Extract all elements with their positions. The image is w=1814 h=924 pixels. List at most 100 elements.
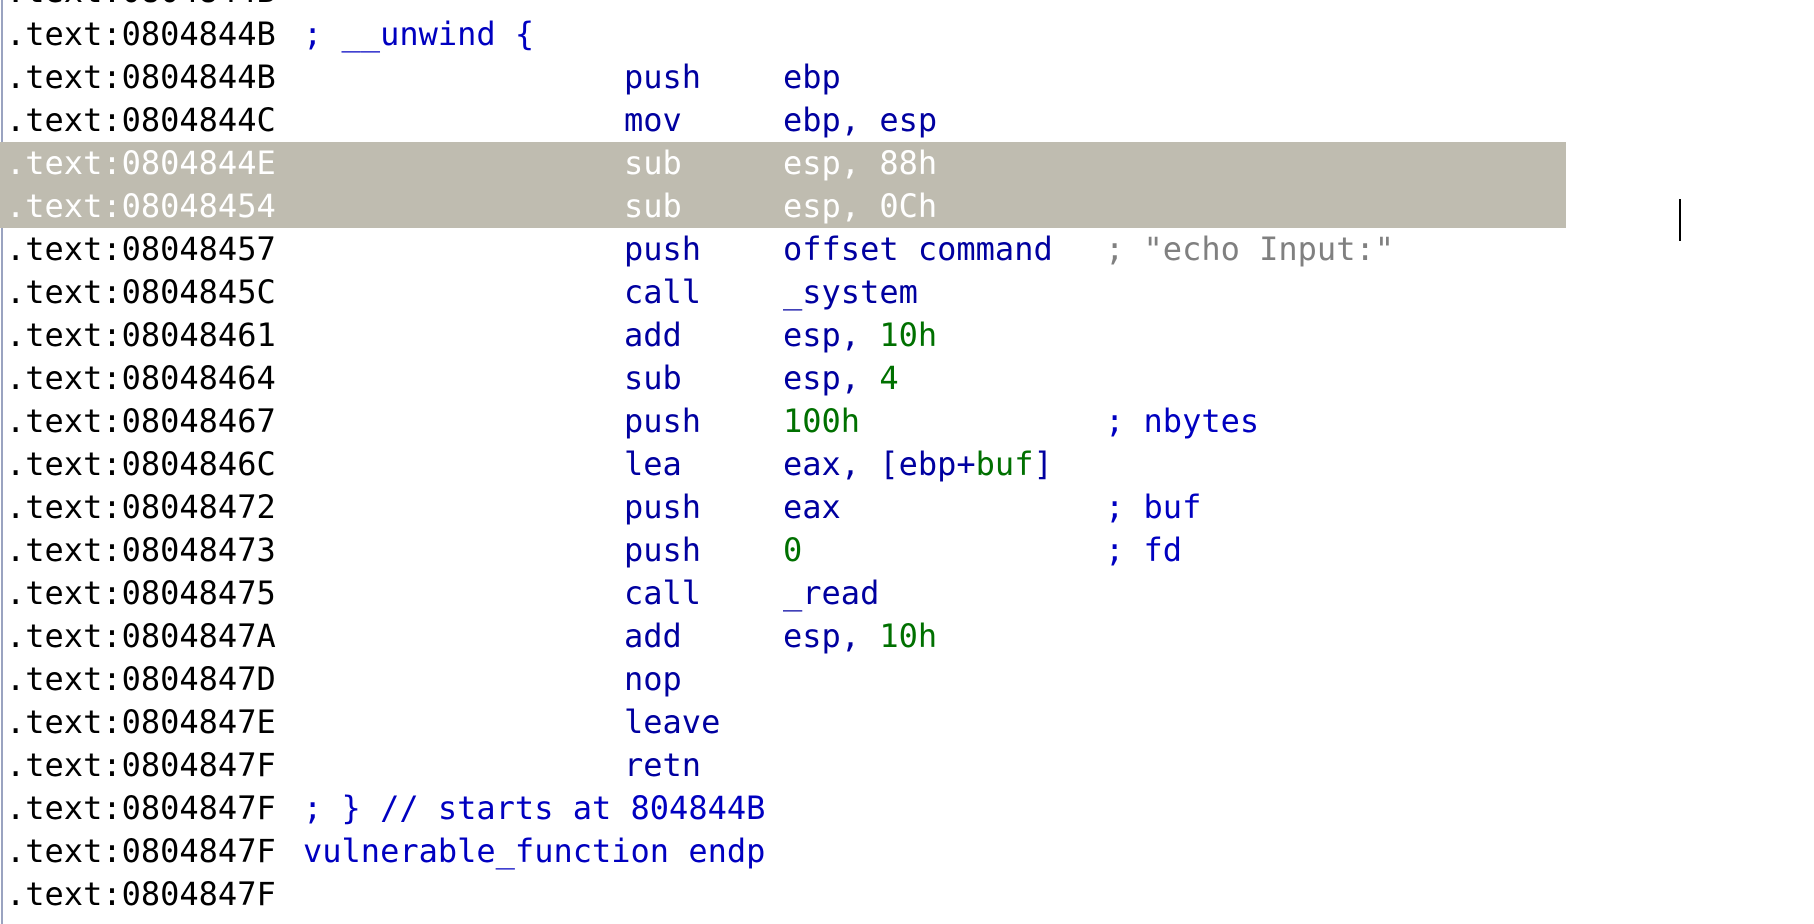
listing-line[interactable]: .text:08048464 sub esp, 4 [0, 357, 1814, 400]
listing-line[interactable]: .text:0804844B [0, 0, 1814, 13]
instruction-operands: _system [783, 271, 918, 314]
listing-line[interactable]: .text:0804847E leave [0, 701, 1814, 744]
line-address: .text:0804844B [6, 15, 276, 53]
line-address: .text:08048473 [6, 531, 276, 569]
line-address: .text:0804847E [6, 703, 276, 741]
listing-line[interactable]: .text:08048457 push offset command ; "echo … [0, 228, 1814, 271]
instruction-mnemonic: call [624, 273, 702, 311]
line-address: .text:08048454 [6, 187, 276, 225]
listing-line[interactable]: .text:0804847F vulnerable_function endp [0, 830, 1814, 873]
operand-number: 4 [879, 359, 899, 397]
instruction-mnemonic: sub [624, 144, 682, 182]
listing-line[interactable]: .text:0804844E sub esp, 88h [0, 142, 1566, 185]
line-address: .text:0804844B [6, 0, 276, 13]
operand-number: 0 [783, 531, 803, 569]
line-label: vulnerable_function endp [303, 832, 766, 870]
line-address: .text:0804847D [6, 660, 276, 698]
listing-line[interactable]: .text:0804845C call _system [0, 271, 1814, 314]
operand-text: esp, [783, 144, 880, 182]
listing-line[interactable]: .text:08048473 push 0 ; fd [0, 529, 1814, 572]
operand-text: offset command [783, 230, 1053, 268]
instruction-mnemonic: push [624, 488, 702, 526]
line-address: .text:0804845C [6, 273, 276, 311]
line-address: .text:0804846C [6, 445, 276, 483]
instruction-operands: esp, 10h [783, 314, 937, 357]
instruction-mnemonic: push [624, 531, 702, 569]
listing-line[interactable]: .text:08048467 push 100h ; nbytes [0, 400, 1814, 443]
instruction-mnemonic: push [624, 402, 702, 440]
instruction-mnemonic: push [624, 230, 702, 268]
line-address: .text:0804847F [6, 789, 276, 827]
instruction-operands: eax, [ebp+buf] [783, 443, 1053, 486]
line-comment: ; nbytes [1105, 402, 1260, 440]
instruction-operands: 0 [783, 529, 802, 572]
line-comment: ; "echo Input:" [1105, 230, 1394, 268]
operand-number: 88h [879, 144, 938, 182]
instruction-mnemonic: nop [624, 660, 682, 698]
instruction-operands: ebp [783, 56, 841, 99]
line-address: .text:0804844C [6, 101, 276, 139]
instruction-mnemonic: mov [624, 101, 682, 139]
instruction-mnemonic: leave [624, 703, 721, 741]
operand-number: buf [975, 445, 1034, 483]
disassembly-listing[interactable]: .text:0804844B .text:0804844B ; __unwind {… [0, 0, 1814, 916]
operand-text: esp, [783, 187, 880, 225]
operand-text: esp, [783, 316, 880, 354]
listing-line[interactable]: .text:0804847F [0, 873, 1814, 916]
line-comment: ; buf [1105, 488, 1202, 526]
instruction-operands: 100h [783, 400, 860, 443]
instruction-operands: offset command [783, 228, 1053, 271]
instruction-operands: esp, 10h [783, 615, 937, 658]
operand-text: eax, [ebp+ [783, 445, 976, 483]
instruction-operands: eax [783, 486, 841, 529]
operand-number: 10h [879, 617, 938, 655]
operand-number: 10h [879, 316, 938, 354]
operand-text: _system [783, 273, 918, 311]
operand-number: 0Ch [879, 187, 938, 225]
line-address: .text:0804847F [6, 832, 276, 870]
instruction-mnemonic: add [624, 316, 682, 354]
instruction-mnemonic: add [624, 617, 682, 655]
listing-line[interactable]: .text:0804844B ; __unwind { [0, 13, 1814, 56]
listing-line[interactable]: .text:0804847F ; } // starts at 804844B [0, 787, 1814, 830]
operand-text: _read [783, 574, 880, 612]
instruction-mnemonic: sub [624, 359, 682, 397]
instruction-operands: esp, 4 [783, 357, 899, 400]
instruction-mnemonic: call [624, 574, 702, 612]
listing-line[interactable]: .text:08048461 add esp, 10h [0, 314, 1814, 357]
line-address: .text:0804844B [6, 58, 276, 96]
instruction-operands: _read [783, 572, 879, 615]
operand-text: eax [783, 488, 841, 526]
line-address: .text:0804847F [6, 746, 276, 784]
line-address: .text:08048475 [6, 574, 276, 612]
operand-text: esp, [783, 617, 880, 655]
listing-line[interactable]: .text:08048454 sub esp, 0Ch [0, 185, 1566, 228]
listing-line[interactable]: .text:08048472 push eax ; buf [0, 486, 1814, 529]
listing-line[interactable]: .text:08048475 call _read [0, 572, 1814, 615]
line-comment: ; fd [1105, 531, 1183, 569]
listing-line[interactable]: .text:0804847D nop [0, 658, 1814, 701]
text-cursor [1679, 199, 1681, 241]
instruction-mnemonic: lea [624, 445, 682, 483]
line-address: .text:0804844E [6, 144, 276, 182]
operand-text: esp, [783, 359, 880, 397]
line-address: .text:08048472 [6, 488, 276, 526]
operand-text: ebp [783, 58, 841, 96]
line-address: .text:0804847F [6, 875, 276, 913]
instruction-mnemonic: sub [624, 187, 682, 225]
line-address: .text:08048464 [6, 359, 276, 397]
instruction-operands: esp, 88h [783, 142, 937, 185]
listing-line[interactable]: .text:0804844B push ebp [0, 56, 1814, 99]
listing-line[interactable]: .text:0804846C lea eax, [ebp+buf] [0, 443, 1814, 486]
instruction-operands: ebp, esp [783, 99, 937, 142]
listing-line[interactable]: .text:0804847F retn [0, 744, 1814, 787]
line-label: ; } // starts at 804844B [303, 789, 766, 827]
listing-line[interactable]: .text:0804847A add esp, 10h [0, 615, 1814, 658]
line-address: .text:08048457 [6, 230, 276, 268]
instruction-mnemonic: retn [624, 746, 702, 784]
operand-text: ] [1033, 445, 1053, 483]
instruction-mnemonic: push [624, 58, 702, 96]
listing-line[interactable]: .text:0804844C mov ebp, esp [0, 99, 1814, 142]
line-address: .text:0804847A [6, 617, 276, 655]
line-address: .text:08048461 [6, 316, 276, 354]
